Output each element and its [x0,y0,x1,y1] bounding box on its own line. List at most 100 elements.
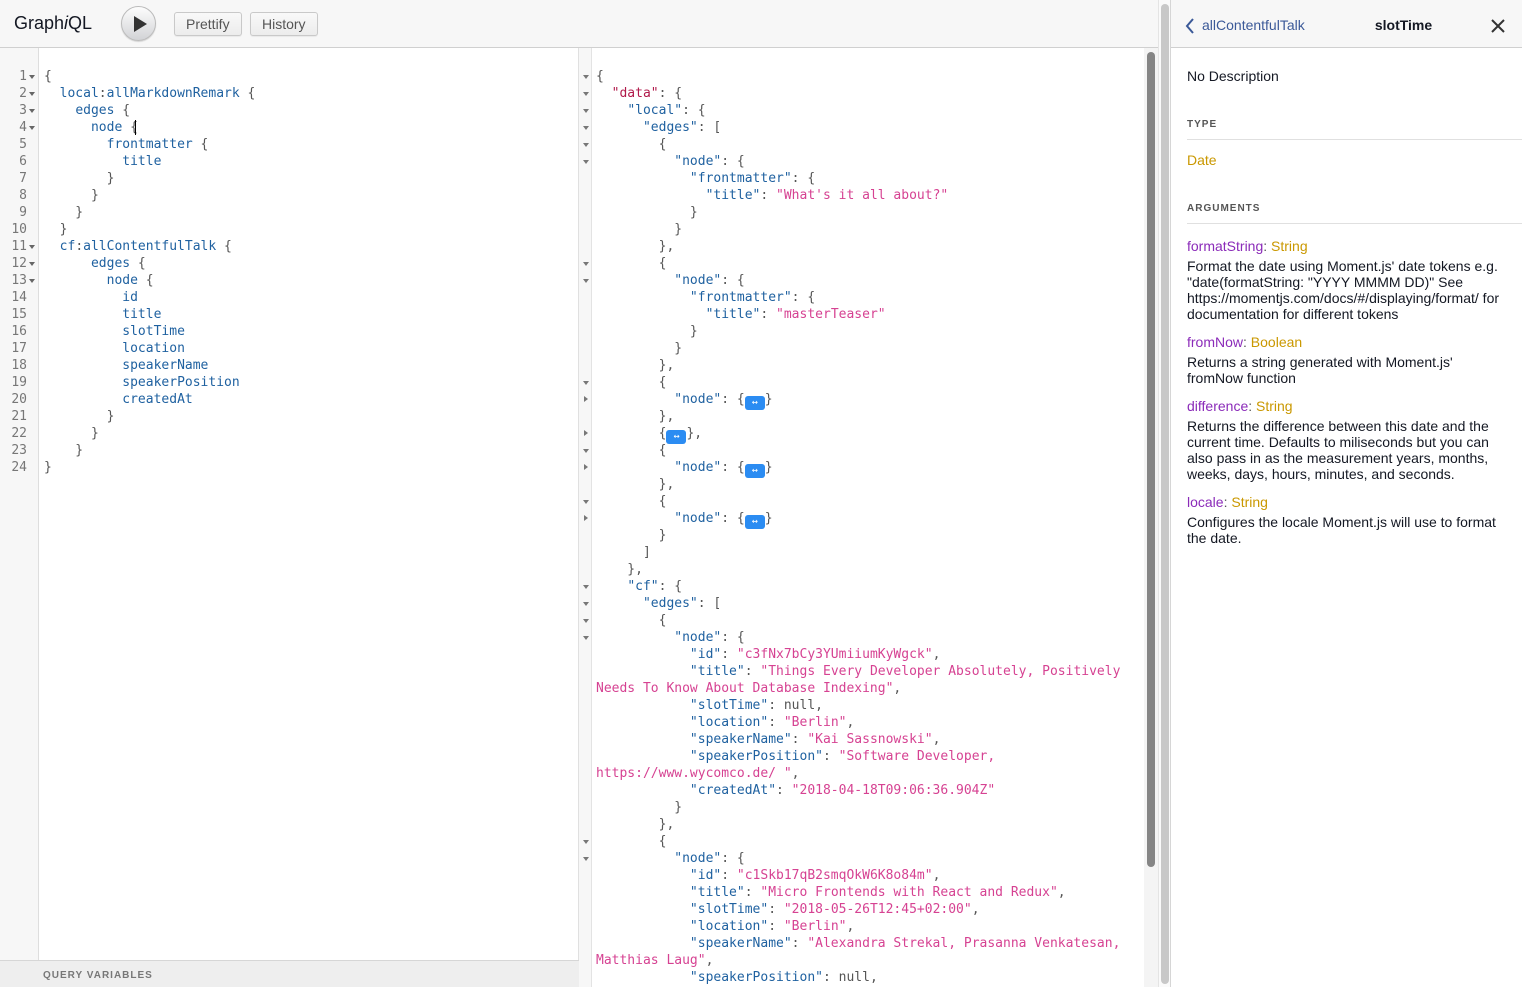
line-number: 13 [11,273,27,288]
divider-scrollbar-thumb[interactable] [1161,4,1169,984]
query-line-code: title [122,307,162,322]
query-line-code: frontmatter { [106,137,209,152]
fold-arrow-down-icon[interactable] [583,109,589,113]
fold-arrow-down-icon[interactable] [583,126,589,130]
fold-arrow-right-icon[interactable] [584,515,588,521]
result-line-code: "title": "Things Every Developer Absolut… [689,664,1121,679]
argument-type-link[interactable]: Boolean [1251,334,1302,350]
result-line-code: { [596,494,667,509]
fold-arrow-down-icon[interactable] [583,602,589,606]
result-line-code: { [596,834,667,849]
collapsed-block-icon[interactable]: ↔ [744,515,765,529]
fold-arrow-icon[interactable] [29,279,35,283]
result-line-code: "node": { [674,154,745,169]
line-number: 8 [19,188,27,203]
collapsed-block-icon[interactable]: ↔ [744,464,765,478]
result-line-code: "slotTime": "2018-05-26T12:45+02:00", [689,902,980,917]
fold-arrow-icon[interactable] [29,92,35,96]
line-number: 12 [11,256,27,271]
fold-arrow-down-icon[interactable] [583,279,589,283]
result-line-code: { [596,443,667,458]
result-line-code: { [596,256,667,271]
result-scrollbar-thumb[interactable] [1147,52,1155,867]
fold-arrow-down-icon[interactable] [583,857,589,861]
fold-arrow-down-icon[interactable] [583,92,589,96]
result-line-code: }, [596,358,675,373]
execute-query-button[interactable] [121,6,156,41]
result-line-code: "speakerName": "Alexandra Strekal, Prasa… [689,936,1121,951]
fold-arrow-icon[interactable] [29,75,35,79]
line-number: 11 [11,239,27,254]
query-variables-bar[interactable]: QUERY VARIABLES [0,960,579,987]
line-number: 16 [11,324,27,339]
chevron-left-icon [1185,18,1194,34]
collapsed-block-icon[interactable]: ↔ [744,396,765,410]
query-line-code: } [44,409,115,424]
fold-arrow-right-icon[interactable] [584,396,588,402]
query-editor[interactable]: 1{2 local:allMarkdownRemark {3 edges {4 … [0,48,579,987]
result-line-code: Needs To Know About Database Indexing", [596,681,902,696]
result-line-code: "edges": [ [642,120,722,135]
result-line-code: "frontmatter": { [689,171,816,186]
play-icon [134,16,147,32]
result-line-code: Matthias Laug", [596,953,714,968]
toolbar: GraphiQL Prettify History [0,0,1158,48]
query-line-code: } [44,443,84,458]
close-icon[interactable] [1489,17,1507,35]
argument-type-link[interactable]: String [1256,398,1293,414]
query-line-code: node { [106,273,154,288]
fold-arrow-down-icon[interactable] [583,500,589,504]
fold-arrow-down-icon[interactable] [583,381,589,385]
collapsed-block-icon[interactable]: ↔ [666,430,687,444]
fold-arrow-down-icon[interactable] [583,262,589,266]
argument-difference: difference: String [1187,398,1293,414]
result-line-code: "node": { [674,273,745,288]
query-line-code: location [122,341,185,356]
result-line-code: }, [596,477,675,492]
field-description: No Description [1187,68,1279,84]
result-line-code: } [596,205,698,220]
argument-description: Returns the difference between this date… [1187,418,1489,482]
query-line-code: } [44,426,99,441]
fold-arrow-down-icon[interactable] [583,840,589,844]
fold-arrow-icon[interactable] [29,109,35,113]
fold-arrow-down-icon[interactable] [583,449,589,453]
line-number: 20 [11,392,27,407]
docs-back-label[interactable]: allContentfulTalk [1202,17,1305,33]
history-button[interactable]: History [250,12,318,36]
result-scrollbar[interactable] [1144,48,1158,987]
fold-arrow-down-icon[interactable] [583,585,589,589]
prettify-button[interactable]: Prettify [174,12,242,36]
result-line-code: }, [596,239,675,254]
result-line-code: "title": "masterTeaser" [705,307,886,322]
query-line-code: edges { [75,103,131,118]
fold-arrow-icon[interactable] [29,126,35,130]
result-viewer[interactable]: { "data": { "local": { "edges": [ { "nod… [579,48,1158,987]
result-line-code: "slotTime": null, [689,698,823,713]
result-line-code: { [596,375,667,390]
docs-title: slotTime [1374,17,1433,33]
result-line-code: } [596,222,683,237]
docs-resize-handle[interactable] [1158,0,1171,987]
fold-arrow-down-icon[interactable] [583,75,589,79]
query-line-code: } [44,205,84,220]
result-line-code: "edges": [ [642,596,722,611]
query-line-code: } [44,188,99,203]
fold-arrow-right-icon[interactable] [584,430,588,436]
argument-type-link[interactable]: String [1231,494,1268,510]
fold-arrow-right-icon[interactable] [584,464,588,470]
result-line-code: "speakerPosition": null, [689,970,878,985]
query-line-code: speakerPosition [122,375,240,390]
line-number: 3 [19,103,27,118]
type-section-title: TYPE [1187,119,1522,140]
line-number: 7 [19,171,27,186]
fold-arrow-down-icon[interactable] [583,636,589,640]
fold-arrow-down-icon[interactable] [583,160,589,164]
result-line-code: ] [596,545,651,560]
fold-arrow-icon[interactable] [29,262,35,266]
fold-arrow-icon[interactable] [29,245,35,249]
argument-type-link[interactable]: String [1271,238,1308,254]
fold-arrow-down-icon[interactable] [583,619,589,623]
field-type-link[interactable]: Date [1187,152,1217,168]
fold-arrow-down-icon[interactable] [583,143,589,147]
